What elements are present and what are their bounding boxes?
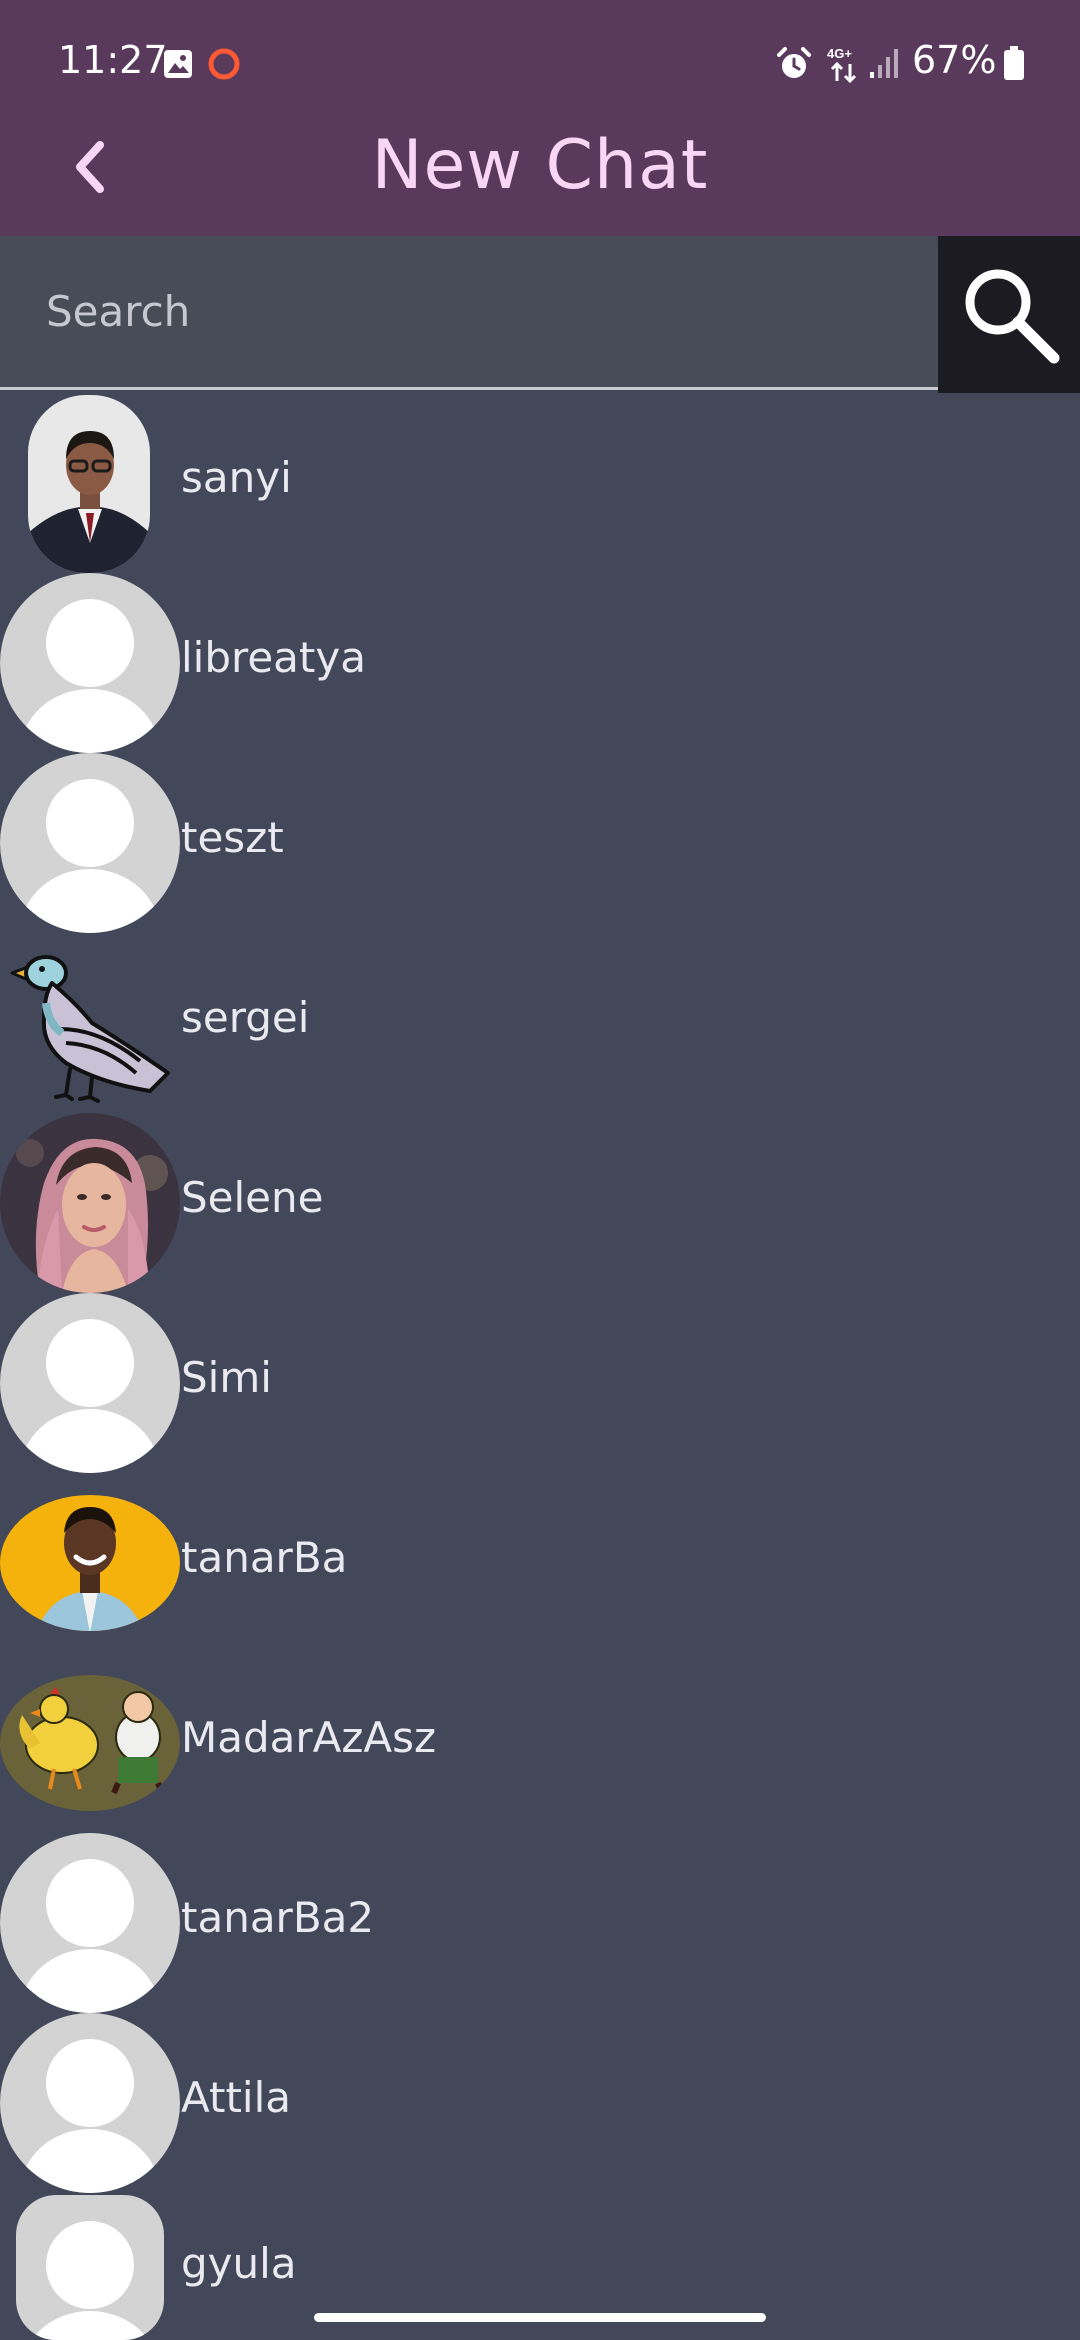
contact-row[interactable]: sergei	[0, 933, 1080, 1113]
contact-row[interactable]: teszt	[0, 753, 1080, 933]
contact-row[interactable]: sanyi	[0, 393, 1080, 573]
signal-icon	[870, 49, 898, 78]
contact-name: Simi	[181, 1353, 272, 1402]
search-field[interactable]	[0, 236, 938, 390]
contact-name: MadarAzAsz	[181, 1713, 437, 1762]
battery-percentage: 67%	[912, 38, 997, 82]
avatar	[0, 1675, 180, 1811]
contact-name: Selene	[181, 1173, 324, 1222]
contact-row[interactable]: MadarAzAsz	[0, 1653, 1080, 1833]
contact-name: tanarBa	[181, 1533, 348, 1582]
avatar	[0, 1293, 180, 1473]
contact-name: teszt	[181, 813, 284, 862]
avatar	[16, 2195, 164, 2340]
home-indicator[interactable]	[314, 2313, 766, 2322]
contact-row[interactable]: tanarBa	[0, 1473, 1080, 1653]
svg-text:4G+: 4G+	[827, 46, 852, 61]
contact-name: gyula	[181, 2239, 297, 2288]
avatar	[0, 1833, 180, 2013]
contact-row[interactable]: Simi	[0, 1293, 1080, 1473]
contact-row[interactable]: Attila	[0, 2013, 1080, 2193]
battery-icon	[1004, 46, 1024, 80]
avatar	[0, 1495, 180, 1631]
alarm-icon	[777, 47, 811, 78]
status-time: 11:27	[58, 38, 168, 82]
search-button[interactable]	[938, 236, 1080, 393]
gallery-icon	[164, 50, 192, 78]
contact-row[interactable]: libreatya	[0, 573, 1080, 753]
avatar	[0, 1113, 180, 1293]
contact-row[interactable]: Selene	[0, 1113, 1080, 1293]
network-4g-icon: 4G+	[827, 46, 857, 84]
page-title: New Chat	[371, 126, 709, 205]
search-icon	[965, 269, 1060, 363]
contact-name: tanarBa2	[181, 1893, 375, 1942]
contact-name: sanyi	[181, 453, 292, 502]
avatar	[0, 753, 180, 933]
search-input[interactable]	[0, 236, 938, 387]
status-bar: 11:27 4G+ 67%	[0, 0, 1080, 128]
contact-row[interactable]: tanarBa2	[0, 1833, 1080, 2013]
avatar	[10, 955, 170, 1103]
avatar	[28, 395, 150, 573]
contact-name: libreatya	[181, 633, 366, 682]
record-icon	[208, 48, 240, 80]
contact-name: sergei	[181, 993, 310, 1042]
contact-name: Attila	[181, 2073, 292, 2122]
avatar	[0, 2013, 180, 2193]
avatar	[0, 573, 180, 753]
